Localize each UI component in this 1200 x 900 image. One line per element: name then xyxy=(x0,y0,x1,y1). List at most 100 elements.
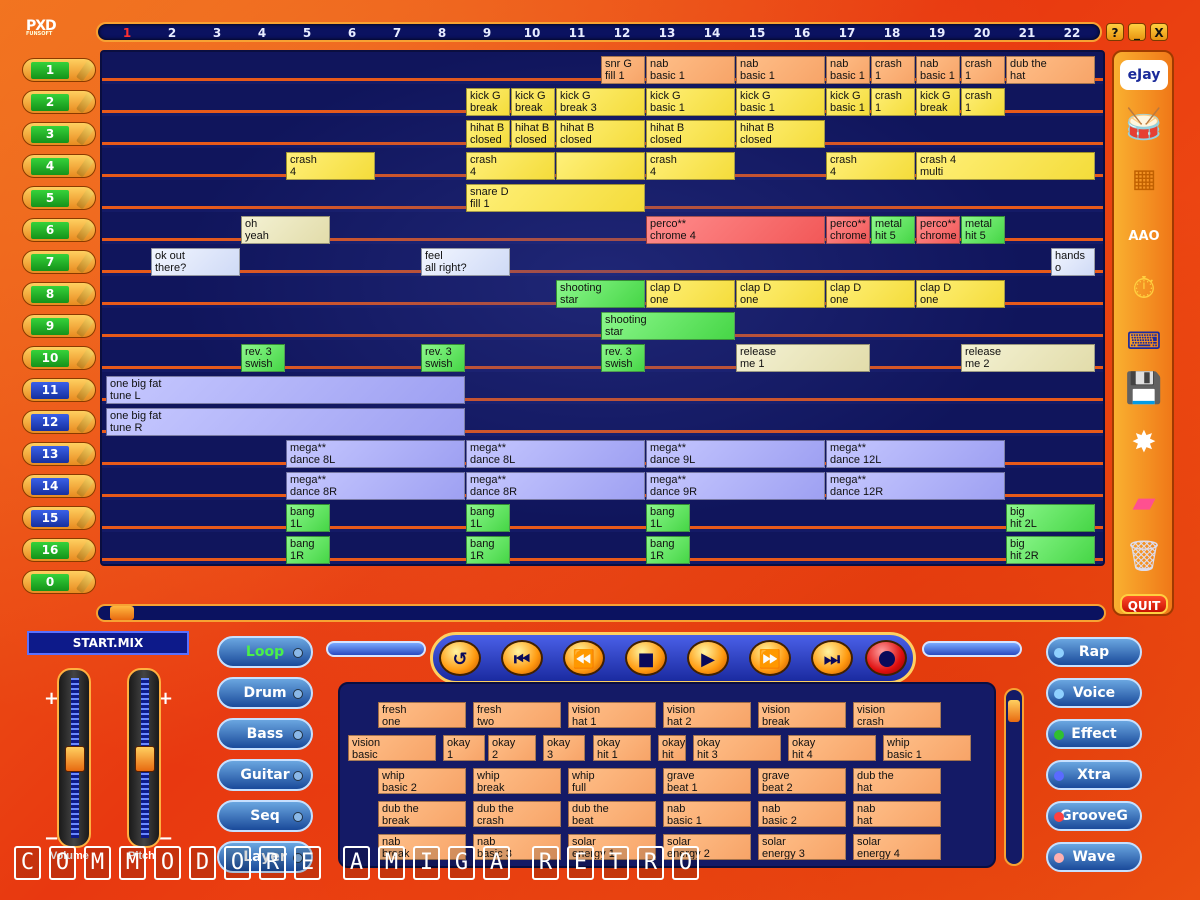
sample-item[interactable]: dub the beat xyxy=(568,801,656,827)
sample-clip[interactable]: perco**chrome 4 xyxy=(826,216,870,244)
sample-clip[interactable]: bang 1L xyxy=(286,504,330,532)
category-guitar-button[interactable]: Guitar xyxy=(217,759,313,791)
sample-clip[interactable]: hihat Bclosed xyxy=(646,120,735,148)
sample-item[interactable]: vision break xyxy=(758,702,846,728)
sample-clip[interactable]: rev. 3 swish xyxy=(421,344,465,372)
close-button[interactable]: X xyxy=(1150,23,1168,41)
new-icon[interactable]: ✸ xyxy=(1120,422,1168,464)
sample-item[interactable]: dub the crash xyxy=(473,801,561,827)
sample-scroll-thumb[interactable] xyxy=(1008,700,1020,722)
sample-clip[interactable]: snare Dfill 1 xyxy=(466,184,645,212)
timeline-scrollbar[interactable] xyxy=(96,604,1106,622)
aaaaa-icon[interactable]: AAO xyxy=(1120,216,1168,258)
sample-clip[interactable]: crash 1 xyxy=(871,88,915,116)
sample-item[interactable]: okay hit 1 xyxy=(593,735,651,761)
sample-item[interactable]: nab basic 1 xyxy=(663,801,751,827)
wave-button[interactable]: Wave xyxy=(1046,842,1142,872)
sample-clip[interactable]: release me 1 xyxy=(736,344,870,372)
sample-clip[interactable]: crash 1 xyxy=(961,56,1005,84)
pencil-icon[interactable] xyxy=(75,508,95,530)
pencil-icon[interactable] xyxy=(75,572,95,594)
sample-item[interactable]: vision basic xyxy=(348,735,436,761)
sample-clip[interactable]: crash 4 xyxy=(466,152,555,180)
bar-number[interactable]: 1 xyxy=(117,26,137,40)
sample-item[interactable]: solar energy 3 xyxy=(758,834,846,860)
right-slider-bar[interactable] xyxy=(922,641,1022,657)
track-button-9[interactable]: 9 xyxy=(22,314,96,338)
left-slider-bar[interactable] xyxy=(326,641,426,657)
fast-forward-button[interactable]: ⏩ xyxy=(749,640,791,676)
sample-clip[interactable]: snr Gfill 1 xyxy=(601,56,645,84)
sample-clip[interactable]: clap Done xyxy=(736,280,825,308)
pencil-icon[interactable] xyxy=(75,540,95,562)
sample-item[interactable]: whip break xyxy=(473,768,561,794)
track-lane[interactable] xyxy=(102,244,1103,273)
sample-clip[interactable]: hihat Bclosed xyxy=(556,120,645,148)
pencil-icon[interactable] xyxy=(75,188,95,210)
pencil-icon[interactable] xyxy=(75,124,95,146)
sample-clip[interactable]: release me 2 xyxy=(961,344,1095,372)
voice-button[interactable]: Voice xyxy=(1046,678,1142,708)
sample-clip[interactable]: kick Gbasic 1 xyxy=(826,88,870,116)
sample-clip[interactable]: crash 1 xyxy=(871,56,915,84)
keyboard-icon[interactable]: ⌨ xyxy=(1120,320,1168,362)
track-button-7[interactable]: 7 xyxy=(22,250,96,274)
pencil-icon[interactable] xyxy=(75,284,95,306)
category-bass-button[interactable]: Bass xyxy=(217,718,313,750)
xtra-button[interactable]: Xtra xyxy=(1046,760,1142,790)
sample-item[interactable]: dub the break xyxy=(378,801,466,827)
bar-number[interactable]: 10 xyxy=(522,26,542,40)
timer-icon[interactable]: ⏱ xyxy=(1120,268,1168,310)
sample-clip[interactable]: perco**chrome 4 xyxy=(646,216,825,244)
category-seq-button[interactable]: Seq xyxy=(217,800,313,832)
bar-number[interactable]: 13 xyxy=(657,26,677,40)
sample-clip[interactable]: ok out there? xyxy=(151,248,240,276)
sample-clip[interactable]: perco**chrome 4 xyxy=(916,216,960,244)
sample-clip[interactable]: kick Gbreak 3 xyxy=(556,88,645,116)
effect-button[interactable]: Effect xyxy=(1046,719,1142,749)
bar-ruler[interactable]: 1 2 3 4 5 6 7 8 9 10 11 12 13 14 15 16 17 18 19 20 21 22 xyxy=(96,22,1102,42)
volume-knob[interactable] xyxy=(65,745,85,772)
sample-item[interactable]: okay 3 xyxy=(543,735,585,761)
sample-item[interactable]: dub the hat xyxy=(853,768,941,794)
bar-number[interactable]: 14 xyxy=(702,26,722,40)
record-button[interactable] xyxy=(865,640,907,676)
bar-number[interactable]: 4 xyxy=(252,26,272,40)
sample-clip[interactable]: kick Gbreak 3 xyxy=(511,88,555,116)
track-button-3[interactable]: 3 xyxy=(22,122,96,146)
trash-icon[interactable]: 🗑 xyxy=(1120,536,1168,578)
sample-item[interactable]: grave beat 1 xyxy=(663,768,751,794)
bar-number[interactable]: 21 xyxy=(1017,26,1037,40)
sample-clip[interactable]: clap Done xyxy=(646,280,735,308)
sample-clip[interactable]: bang 1L xyxy=(466,504,510,532)
track-button-15[interactable]: 15 xyxy=(22,506,96,530)
sample-clip[interactable]: mega** dance 12R xyxy=(826,472,1005,500)
pencil-icon[interactable] xyxy=(75,412,95,434)
minimize-button[interactable]: _ xyxy=(1128,23,1146,41)
track-button-16[interactable]: 16 xyxy=(22,538,96,562)
sample-clip[interactable]: crash 4 xyxy=(826,152,915,180)
sample-clip[interactable]: hihat Bclosed xyxy=(511,120,555,148)
sample-clip[interactable]: mega** dance 8R xyxy=(466,472,645,500)
category-drum-button[interactable]: Drum xyxy=(217,677,313,709)
pitch-fader[interactable] xyxy=(127,668,161,848)
track-lane[interactable] xyxy=(102,532,1103,561)
track-button-0[interactable]: 0 xyxy=(22,570,96,594)
sample-clip[interactable]: bang 1R xyxy=(286,536,330,564)
rap-button[interactable]: Rap xyxy=(1046,637,1142,667)
bar-number[interactable]: 17 xyxy=(837,26,857,40)
track-button-10[interactable]: 10 xyxy=(22,346,96,370)
sample-clip[interactable]: hihat Bclosed xyxy=(466,120,510,148)
track-button-5[interactable]: 5 xyxy=(22,186,96,210)
track-button-6[interactable]: 6 xyxy=(22,218,96,242)
sample-item[interactable]: okay hit 3 xyxy=(693,735,781,761)
sample-clip[interactable]: feel all right? xyxy=(421,248,510,276)
quit-button[interactable]: QUIT xyxy=(1120,594,1168,614)
bar-number[interactable]: 2 xyxy=(162,26,182,40)
sample-item[interactable]: okay hit 4 xyxy=(788,735,876,761)
sample-item[interactable]: okay 2 xyxy=(488,735,536,761)
drum-icon[interactable]: 🥁 xyxy=(1120,104,1168,146)
volume-fader[interactable] xyxy=(57,668,91,848)
stop-button[interactable]: ■ xyxy=(625,640,667,676)
pitch-knob[interactable] xyxy=(135,745,155,772)
